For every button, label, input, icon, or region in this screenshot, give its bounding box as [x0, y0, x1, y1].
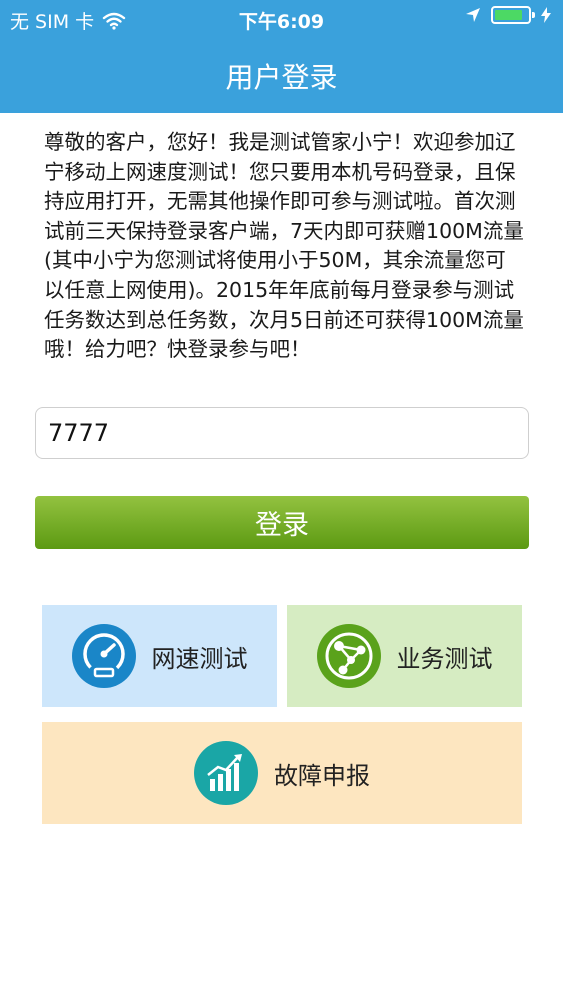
network-icon	[316, 624, 381, 688]
battery-icon	[491, 6, 535, 24]
fault-report-tile[interactable]: 故障申报	[42, 722, 522, 824]
login-button[interactable]: 登录	[35, 496, 529, 549]
header-bar: 无 SIM 卡 下午6:09 用户登录	[0, 0, 563, 113]
battery-fill	[495, 10, 522, 20]
service-test-label: 业务测试	[396, 644, 493, 673]
service-test-tile[interactable]: 业务测试	[287, 605, 522, 707]
charging-icon	[541, 7, 551, 23]
intro-text: 尊敬的客户，您好！我是测试管家小宁！欢迎参加辽宁移动上网速度测试！您只要用本机号…	[44, 130, 524, 362]
status-bar: 无 SIM 卡 下午6:09	[0, 0, 563, 38]
location-arrow-icon	[466, 8, 480, 22]
speed-test-label: 网速测试	[151, 644, 248, 673]
phone-input[interactable]	[35, 407, 529, 459]
page-title: 用户登录	[225, 61, 338, 94]
speed-test-tile[interactable]: 网速测试	[42, 605, 277, 707]
fault-report-label: 故障申报	[274, 761, 370, 790]
speedometer-icon	[71, 624, 136, 688]
chart-up-icon	[194, 741, 258, 805]
